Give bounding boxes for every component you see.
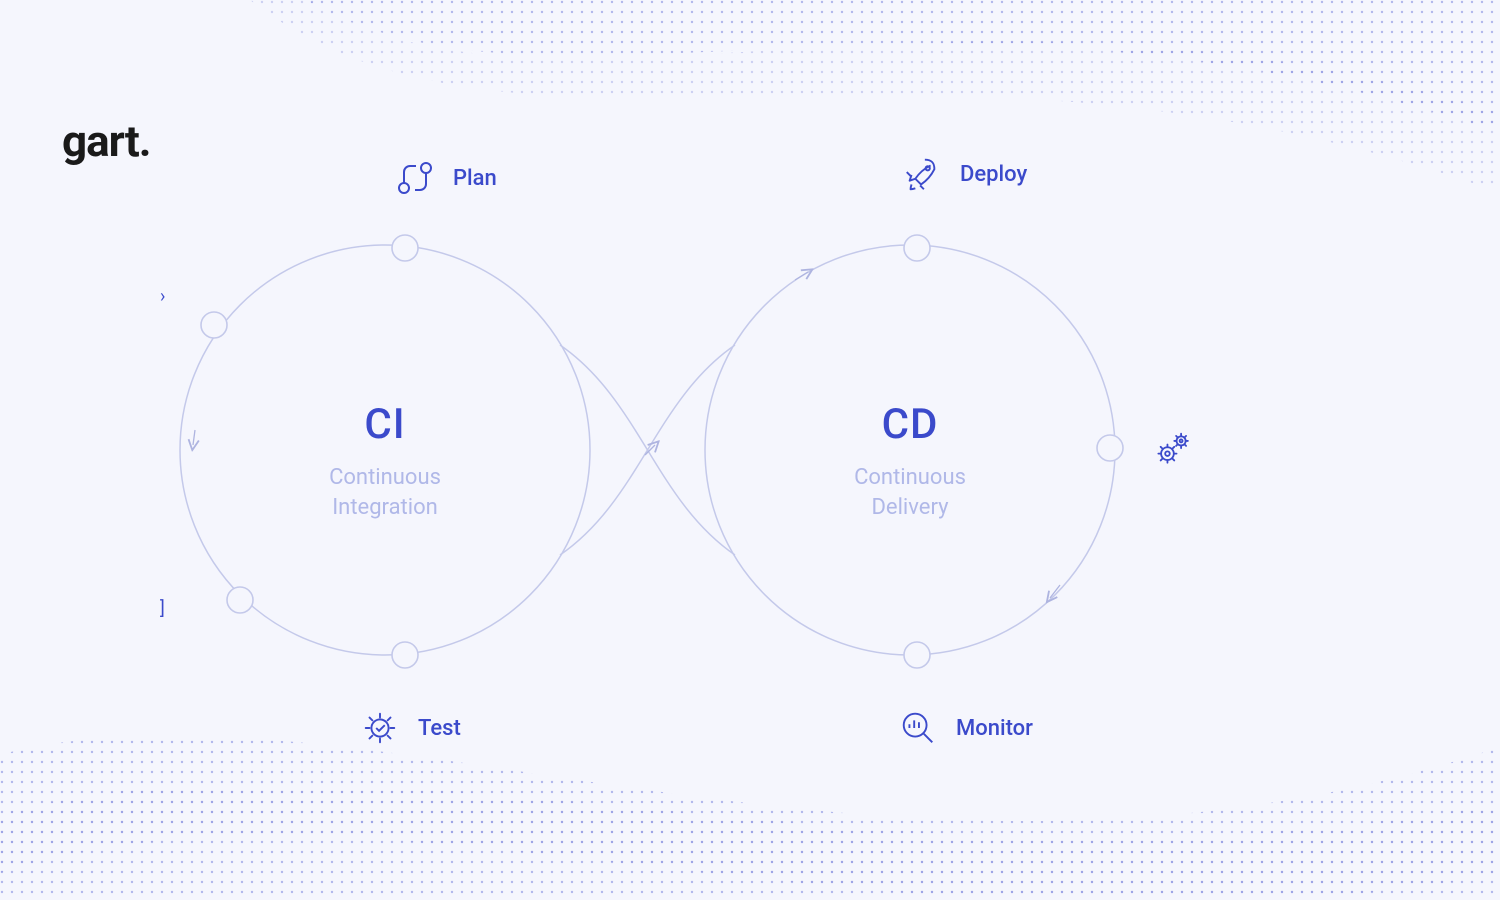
route-icon bbox=[395, 158, 435, 198]
stage-deploy-label: Deploy bbox=[960, 162, 1027, 187]
edge-artifact-top: › bbox=[160, 286, 165, 307]
brand-dot: . bbox=[139, 115, 151, 167]
ci-center-label: CI Continuous Integration bbox=[300, 400, 470, 522]
stage-test: Test bbox=[360, 708, 461, 748]
stage-monitor: Monitor bbox=[898, 708, 1033, 748]
stage-deploy: Deploy bbox=[902, 154, 1027, 194]
stage-plan-label: Plan bbox=[453, 166, 497, 191]
ci-abbr: CI bbox=[300, 400, 470, 449]
stage-monitor-label: Monitor bbox=[956, 716, 1033, 741]
analytics-magnify-icon bbox=[898, 708, 938, 748]
stage-operate bbox=[1152, 430, 1210, 470]
infinity-loop bbox=[0, 0, 1500, 900]
cd-center-label: CD Continuous Delivery bbox=[825, 400, 995, 522]
brand-logo: gart. bbox=[62, 115, 151, 167]
cd-full: Continuous Delivery bbox=[825, 463, 995, 522]
edge-artifact-bottom: ] bbox=[160, 598, 165, 619]
gears-icon bbox=[1152, 430, 1192, 470]
stage-plan: Plan bbox=[395, 158, 497, 198]
ci-full: Continuous Integration bbox=[300, 463, 470, 522]
rocket-icon bbox=[902, 154, 942, 194]
cd-abbr: CD bbox=[825, 400, 995, 449]
gear-check-icon bbox=[360, 708, 400, 748]
brand-name: gart bbox=[62, 115, 139, 167]
stage-test-label: Test bbox=[418, 716, 461, 741]
